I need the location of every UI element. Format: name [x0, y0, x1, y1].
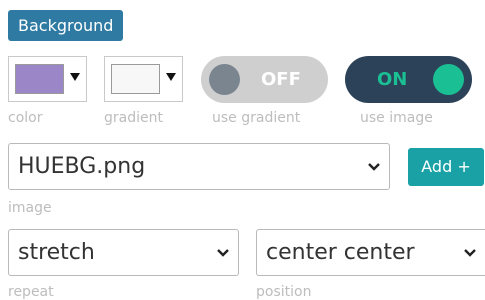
use-gradient-state: OFF [261, 69, 301, 90]
use-image-toggle[interactable]: ON [345, 56, 472, 103]
use-gradient-caption: use gradient [212, 110, 301, 126]
repeat-caption: repeat [8, 284, 54, 300]
position-select-value: center center [266, 240, 415, 265]
toggle-knob [433, 64, 464, 95]
image-caption: image [8, 200, 52, 216]
gradient-caption: gradient [104, 110, 163, 126]
image-select[interactable]: HUEBG.png [8, 143, 390, 190]
use-gradient-toggle[interactable]: OFF [201, 56, 328, 103]
color-caption: color [8, 110, 43, 126]
repeat-select-value: stretch [18, 240, 95, 265]
image-select-value: HUEBG.png [18, 154, 146, 179]
chevron-down-icon [217, 249, 229, 257]
chevron-down-icon [368, 163, 380, 171]
add-image-button[interactable]: Add + [408, 148, 484, 186]
use-image-caption: use image [360, 110, 433, 126]
use-image-state: ON [377, 69, 408, 90]
color-picker[interactable] [8, 56, 87, 102]
chevron-down-icon [464, 249, 476, 257]
caret-down-icon [70, 73, 80, 81]
toggle-knob [209, 64, 240, 95]
position-caption: position [256, 284, 312, 300]
repeat-select[interactable]: stretch [8, 229, 239, 276]
section-label: Background [8, 10, 124, 41]
gradient-picker[interactable] [104, 56, 183, 102]
caret-down-icon [166, 73, 176, 81]
color-swatch [15, 64, 64, 94]
position-select[interactable]: center center [256, 229, 485, 276]
gradient-swatch [111, 64, 160, 94]
